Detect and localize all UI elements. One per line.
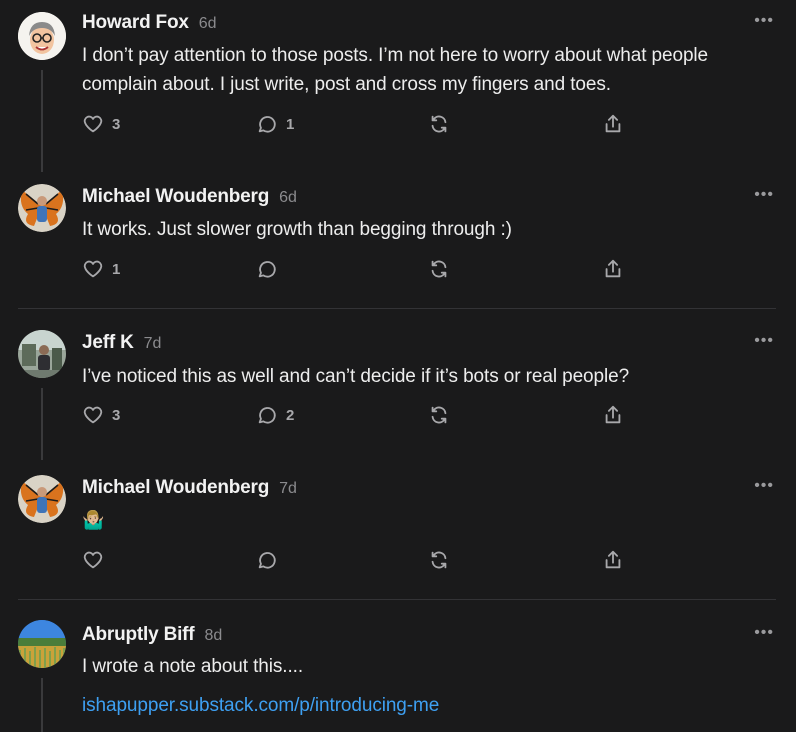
heart-icon	[83, 115, 103, 133]
action-bar: 1	[80, 258, 640, 284]
more-options-icon[interactable]: •••	[754, 477, 774, 495]
post-text: I’ve noticed this as well and can’t deci…	[82, 366, 630, 387]
share-icon	[605, 550, 621, 569]
post-text: 🤷🏼‍♂️	[82, 510, 105, 530]
share-button[interactable]	[602, 404, 624, 426]
comment-icon	[258, 407, 276, 424]
post-michael-woudenberg-1: Michael Woudenberg 6d ••• It works. Just…	[0, 180, 796, 308]
post-text: I wrote a note about this....	[82, 656, 304, 677]
heart-icon	[83, 260, 103, 278]
share-icon	[605, 405, 621, 424]
like-button[interactable]	[82, 549, 112, 571]
avatar[interactable]	[18, 184, 66, 232]
comment-icon	[258, 552, 276, 569]
more-options-icon[interactable]: •••	[754, 624, 774, 642]
heart-icon	[83, 406, 103, 424]
comment-button[interactable]	[256, 549, 286, 571]
share-button[interactable]	[602, 549, 624, 571]
more-options-icon[interactable]: •••	[754, 186, 774, 204]
restack-button[interactable]	[428, 113, 450, 135]
more-options-icon[interactable]: •••	[754, 332, 774, 350]
comment-button[interactable]	[256, 258, 286, 280]
like-count: 3	[112, 406, 121, 424]
heart-icon	[83, 551, 103, 569]
post-text: I don’t pay attention to those posts. I’…	[82, 45, 709, 95]
share-icon	[605, 114, 621, 133]
like-count: 3	[112, 115, 121, 133]
comment-count: 2	[286, 406, 295, 424]
post-abruptly-biff: Abruptly Biff 8d ••• I wrote a note abou…	[0, 600, 796, 732]
like-button[interactable]: 1	[82, 258, 120, 280]
action-bar	[80, 549, 640, 575]
post-jeff-k: Jeff K 7d ••• I’ve noticed this as well …	[0, 309, 796, 460]
post-header: Abruptly Biff 8d	[82, 624, 222, 646]
post-time[interactable]: 7d	[279, 480, 297, 498]
author-name[interactable]: Abruptly Biff	[82, 624, 195, 646]
author-name[interactable]: Michael Woudenberg	[82, 186, 269, 208]
share-button[interactable]	[602, 113, 624, 135]
action-bar: 3 2	[80, 404, 640, 430]
post-time[interactable]: 8d	[204, 627, 222, 645]
post-header: Michael Woudenberg 6d	[82, 186, 297, 208]
action-bar: 3 1	[80, 113, 640, 139]
restack-button[interactable]	[428, 404, 450, 426]
thread-line	[41, 678, 43, 732]
restack-icon	[431, 115, 447, 133]
avatar[interactable]	[18, 330, 66, 378]
share-button[interactable]	[602, 258, 624, 280]
author-name[interactable]: Jeff K	[82, 332, 134, 354]
comment-count: 1	[286, 115, 295, 133]
like-button[interactable]: 3	[82, 404, 120, 426]
avatar[interactable]	[18, 12, 66, 60]
restack-button[interactable]	[428, 258, 450, 280]
post-michael-woudenberg-2: Michael Woudenberg 7d ••• 🤷🏼‍♂️	[0, 455, 796, 599]
comment-icon	[258, 116, 276, 133]
author-name[interactable]: Howard Fox	[82, 12, 189, 34]
restack-button[interactable]	[428, 549, 450, 571]
more-options-icon[interactable]: •••	[754, 12, 774, 30]
post-text: It works. Just slower growth than beggin…	[82, 219, 512, 240]
comment-button[interactable]: 2	[256, 404, 294, 426]
post-howard-fox: Howard Fox 6d ••• I don’t pay attention …	[0, 0, 796, 180]
like-button[interactable]: 3	[82, 113, 120, 135]
post-time[interactable]: 6d	[199, 15, 217, 33]
author-name[interactable]: Michael Woudenberg	[82, 477, 269, 499]
like-count: 1	[112, 260, 121, 278]
avatar[interactable]	[18, 620, 66, 668]
avatar[interactable]	[18, 475, 66, 523]
post-time[interactable]: 7d	[144, 335, 162, 353]
restack-icon	[431, 551, 447, 569]
restack-icon	[431, 406, 447, 424]
post-header: Howard Fox 6d	[82, 12, 217, 34]
share-icon	[605, 259, 621, 278]
thread-line	[41, 388, 43, 460]
post-header: Michael Woudenberg 7d	[82, 477, 297, 499]
comment-button[interactable]: 1	[256, 113, 294, 135]
comment-icon	[258, 261, 276, 278]
post-header: Jeff K 7d	[82, 332, 161, 354]
post-link[interactable]: ishapupper.substack.com/p/introducing-me	[82, 695, 439, 717]
thread-line	[41, 70, 43, 172]
post-time[interactable]: 6d	[279, 189, 297, 207]
restack-icon	[431, 260, 447, 278]
